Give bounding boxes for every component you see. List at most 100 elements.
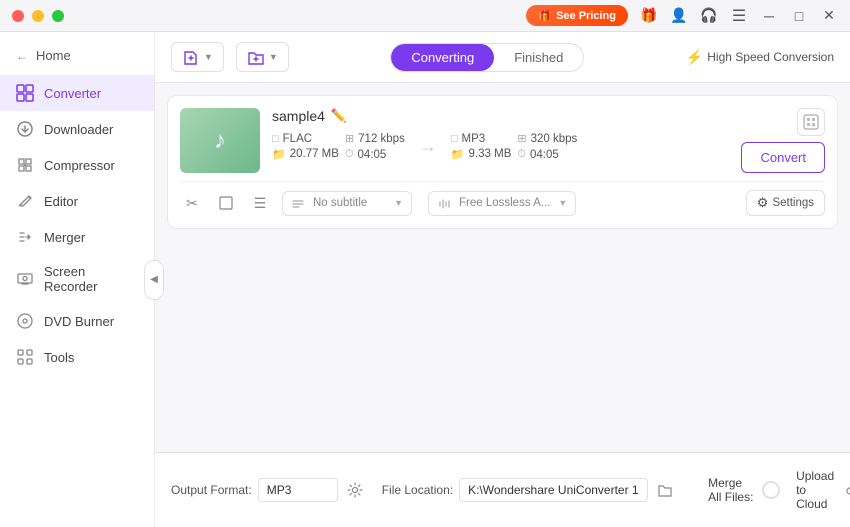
window-controls[interactable]: [12, 10, 64, 22]
upload-cloud-row: Upload to Cloud: [796, 469, 850, 511]
target-clock-icon: ⏱: [517, 148, 526, 161]
collapse-icon: ◀: [150, 274, 158, 285]
pricing-label: See Pricing: [556, 10, 616, 22]
sidebar-item-converter[interactable]: Converter: [0, 75, 154, 111]
audio-label: Free Lossless A...: [459, 197, 550, 209]
sidebar-item-label-screen-recorder: Screen Recorder: [44, 264, 138, 294]
sidebar-item-editor[interactable]: Editor: [0, 183, 154, 219]
sidebar-item-compressor[interactable]: Compressor: [0, 147, 154, 183]
cloud-icon[interactable]: [846, 479, 850, 501]
audio-dropdown-arrow: ▼: [558, 198, 567, 208]
sidebar-item-label-downloader: Downloader: [44, 122, 113, 137]
close-button[interactable]: [12, 10, 24, 22]
high-speed-text: High Speed Conversion: [707, 50, 834, 64]
headset-icon[interactable]: 🎧: [700, 7, 718, 25]
source-size-row: 📁 20.77 MB: [272, 148, 339, 161]
toolbar: ▼ ▼ Converting Finished ⚡ High Sp: [155, 32, 850, 83]
window-minimize-icon[interactable]: ─: [760, 7, 778, 25]
file-conversion-info: □ FLAC 📁 20.77 MB ⊞: [272, 132, 729, 161]
file-card-bottom: ✂ ☰ No subtitle ▼: [180, 181, 825, 216]
sidebar-item-downloader[interactable]: Downloader: [0, 111, 154, 147]
file-list: ♪ sample4 ✏️ □ FLAC: [155, 83, 850, 452]
convert-actions: Convert: [741, 108, 825, 173]
file-card: ♪ sample4 ✏️ □ FLAC: [167, 95, 838, 229]
sidebar-item-label-merger: Merger: [44, 230, 85, 245]
merger-icon: [16, 228, 34, 246]
settings-button[interactable]: ⚙ Settings: [746, 190, 825, 216]
subtitle-dropdown[interactable]: No subtitle ▼: [282, 191, 412, 216]
output-format-select-wrapper: MP3 MP4 FLAC WAV: [258, 478, 338, 502]
source-format-row: □ FLAC: [272, 133, 339, 145]
sidebar-item-label-compressor: Compressor: [44, 158, 115, 173]
add-file-button[interactable]: ▼: [171, 42, 224, 72]
sidebar-home[interactable]: ← Home: [0, 40, 154, 75]
conversion-arrow-icon: →: [419, 136, 437, 157]
editor-icon: [16, 192, 34, 210]
info-icon-button[interactable]: [797, 108, 825, 136]
sidebar-item-label-converter: Converter: [44, 86, 101, 101]
window-restore-icon[interactable]: □: [790, 7, 808, 25]
output-format-field: Output Format: MP3 MP4 FLAC WAV: [171, 478, 366, 502]
see-pricing-button[interactable]: 🎁 See Pricing: [526, 5, 628, 26]
target-bitrate-row: ⊞ 320 kbps: [517, 132, 577, 145]
sidebar: ← Home Converter Downloader: [0, 32, 155, 527]
gift-icon: 🎁: [538, 9, 552, 22]
source-format: FLAC: [283, 133, 312, 145]
sidebar-item-screen-recorder[interactable]: Screen Recorder: [0, 255, 154, 303]
source-bitrate: 712 kbps: [358, 133, 405, 145]
add-file-arrow: ▼: [204, 52, 213, 62]
browse-folder-icon[interactable]: [654, 479, 676, 501]
tab-switcher: Converting Finished: [390, 43, 584, 72]
source-duration: 04:05: [358, 149, 387, 161]
sidebar-item-merger[interactable]: Merger: [0, 219, 154, 255]
target-duration: 04:05: [530, 149, 559, 161]
file-location-select[interactable]: K:\Wondershare UniConverter 1: [459, 478, 648, 502]
sidebar-collapse-btn[interactable]: ◀: [144, 260, 164, 300]
music-note-icon: ♪: [214, 127, 226, 155]
minimize-button[interactable]: [32, 10, 44, 22]
source-bitrate-row: ⊞ 712 kbps: [345, 132, 405, 145]
target-info: □ MP3 📁 9.33 MB: [451, 133, 512, 161]
bottom-bar: Output Format: MP3 MP4 FLAC WAV: [155, 452, 850, 527]
sidebar-item-dvd-burner[interactable]: DVD Burner: [0, 303, 154, 339]
crop-icon[interactable]: [214, 191, 238, 215]
file-thumbnail: ♪: [180, 108, 260, 173]
convert-button[interactable]: Convert: [741, 142, 825, 173]
output-format-select[interactable]: MP3 MP4 FLAC WAV: [258, 478, 338, 502]
subtitle-label: No subtitle: [313, 197, 386, 209]
output-settings-icon[interactable]: [344, 479, 366, 501]
settings-label: Settings: [772, 197, 814, 209]
add-folder-icon: [247, 48, 265, 66]
edit-icon[interactable]: ✏️: [331, 108, 347, 124]
merge-toggle[interactable]: [762, 481, 781, 499]
target-format-icon: □: [451, 133, 458, 145]
gift2-icon[interactable]: 🎁: [640, 7, 658, 25]
subtitle-icon: [291, 196, 305, 211]
tab-finished[interactable]: Finished: [494, 44, 583, 71]
add-folder-arrow: ▼: [269, 52, 278, 62]
scissors-icon[interactable]: ✂: [180, 191, 204, 215]
window-close-icon[interactable]: ✕: [820, 7, 838, 25]
compressor-icon: [16, 156, 34, 174]
file-name: sample4: [272, 108, 325, 124]
file-details: sample4 ✏️ □ FLAC 📁: [272, 108, 729, 161]
add-folder-button[interactable]: ▼: [236, 42, 289, 72]
output-format-label: Output Format:: [171, 483, 252, 497]
titlebar-right: 🎁 See Pricing 🎁 👤 🎧 ☰ ─ □ ✕: [526, 5, 838, 26]
source-size: 20.77 MB: [290, 148, 339, 160]
back-arrow-icon: ←: [16, 49, 28, 63]
audio-dropdown[interactable]: Free Lossless A... ▼: [428, 191, 576, 216]
file-location-select-wrapper: K:\Wondershare UniConverter 1: [459, 478, 648, 502]
menu-icon[interactable]: ☰: [730, 7, 748, 25]
maximize-button[interactable]: [52, 10, 64, 22]
sidebar-item-tools[interactable]: Tools: [0, 339, 154, 375]
list-icon[interactable]: ☰: [248, 191, 272, 215]
dvd-burner-icon: [16, 312, 34, 330]
bitrate-icon: ⊞: [345, 132, 354, 145]
user-icon[interactable]: 👤: [670, 7, 688, 25]
merge-label: Merge All Files:: [708, 476, 755, 504]
sidebar-item-label-dvd-burner: DVD Burner: [44, 314, 114, 329]
audio-icon: [437, 196, 451, 211]
target-bitrate-icon: ⊞: [517, 132, 526, 145]
tab-converting[interactable]: Converting: [391, 44, 494, 71]
